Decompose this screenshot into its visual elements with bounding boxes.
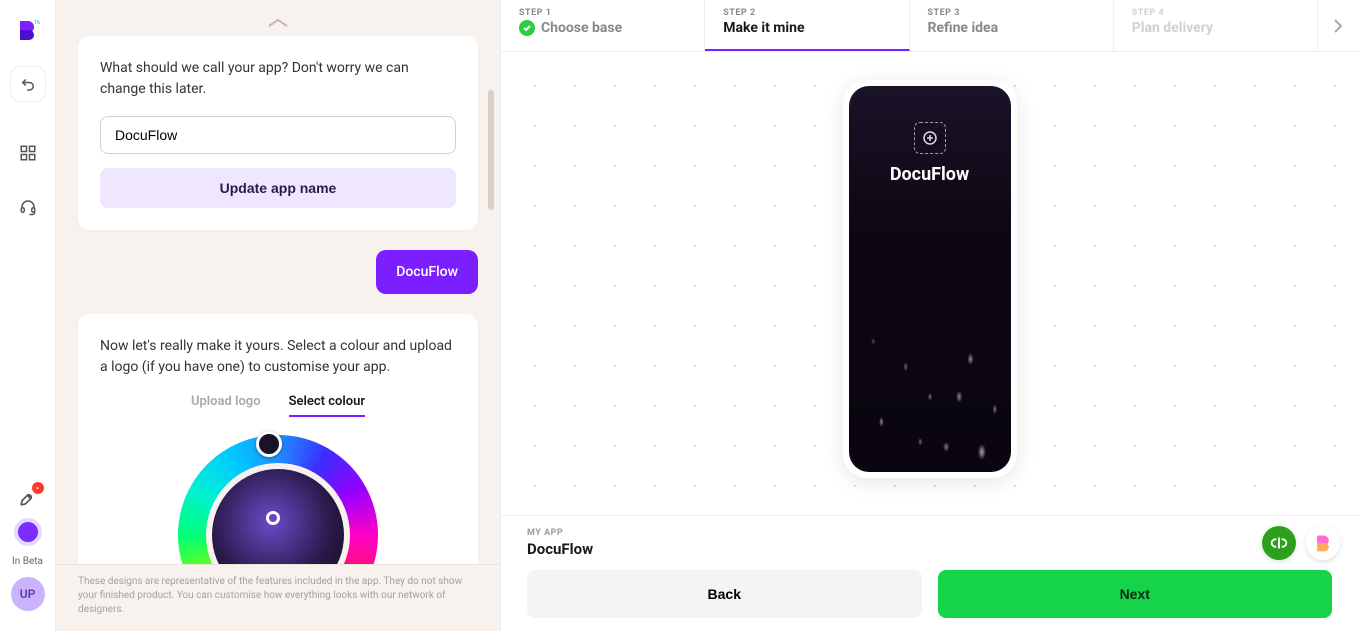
name-app-card: What should we call your app? Don't worr…	[78, 36, 478, 230]
customise-card: Now let's really make it yours. Select a…	[78, 314, 478, 564]
brand-logo[interactable]: TM	[10, 12, 46, 48]
shade-handle[interactable]	[266, 511, 280, 525]
shade-disc[interactable]	[206, 463, 350, 564]
config-panel: What should we call your app? Don't worr…	[56, 0, 500, 631]
phone-app-name: DocuFlow	[890, 164, 969, 185]
rocket-icon[interactable]: •	[18, 488, 38, 508]
svg-text:TM: TM	[34, 20, 40, 26]
check-icon	[519, 20, 535, 36]
headset-icon[interactable]	[19, 198, 37, 216]
panel-scrollbar[interactable]	[488, 90, 494, 210]
phone-background-art	[849, 221, 1011, 472]
preview-canvas[interactable]: DocuFlow	[501, 52, 1358, 515]
step-3[interactable]: STEP 3 Refine idea	[910, 0, 1114, 51]
my-app-label: MY APP	[527, 528, 1332, 538]
customise-prompt-text: Now let's really make it yours. Select a…	[100, 336, 456, 378]
logo-placeholder[interactable]	[914, 122, 946, 154]
tab-select-colour[interactable]: Select colour	[289, 394, 365, 417]
notification-badge: •	[32, 482, 44, 494]
phone-screen: DocuFlow	[849, 86, 1011, 472]
step-2[interactable]: STEP 2 Make it mine	[705, 0, 909, 51]
name-prompt-text: What should we call your app? Don't worr…	[100, 58, 456, 100]
next-button[interactable]: Next	[938, 570, 1333, 618]
app-name-input[interactable]	[100, 116, 456, 154]
bottom-app-name: DocuFlow	[527, 540, 1332, 558]
bottom-bar: MY APP DocuFlow Back Next	[501, 515, 1358, 631]
chevron-up-icon[interactable]	[78, 16, 478, 36]
left-rail: TM • In Beta UP	[0, 0, 56, 631]
hue-handle[interactable]	[256, 431, 282, 457]
steps-next-arrow[interactable]	[1318, 0, 1358, 51]
undo-button[interactable]	[10, 66, 46, 102]
quickbooks-icon[interactable]	[1262, 526, 1296, 560]
user-avatar[interactable]: UP	[11, 577, 45, 611]
beta-label: In Beta	[12, 556, 43, 567]
phone-mockup: DocuFlow	[843, 80, 1017, 478]
tab-upload-logo[interactable]: Upload logo	[191, 394, 261, 417]
step-1[interactable]: STEP 1 Choose base	[501, 0, 705, 51]
step-nav: STEP 1 Choose base STEP 2 Make it mine S…	[501, 0, 1358, 52]
apps-grid-icon[interactable]	[19, 144, 37, 162]
color-wheel[interactable]	[178, 435, 378, 564]
theme-color-indicator[interactable]	[14, 518, 42, 546]
main-area: STEP 1 Choose base STEP 2 Make it mine S…	[500, 0, 1358, 631]
step-4: STEP 4 Plan delivery	[1114, 0, 1318, 51]
user-message-bubble: DocuFlow	[376, 250, 478, 294]
update-app-name-button[interactable]: Update app name	[100, 168, 456, 208]
builder-brand-icon[interactable]	[1306, 526, 1340, 560]
panel-disclaimer: These designs are representative of the …	[56, 564, 500, 631]
back-button[interactable]: Back	[527, 570, 922, 618]
